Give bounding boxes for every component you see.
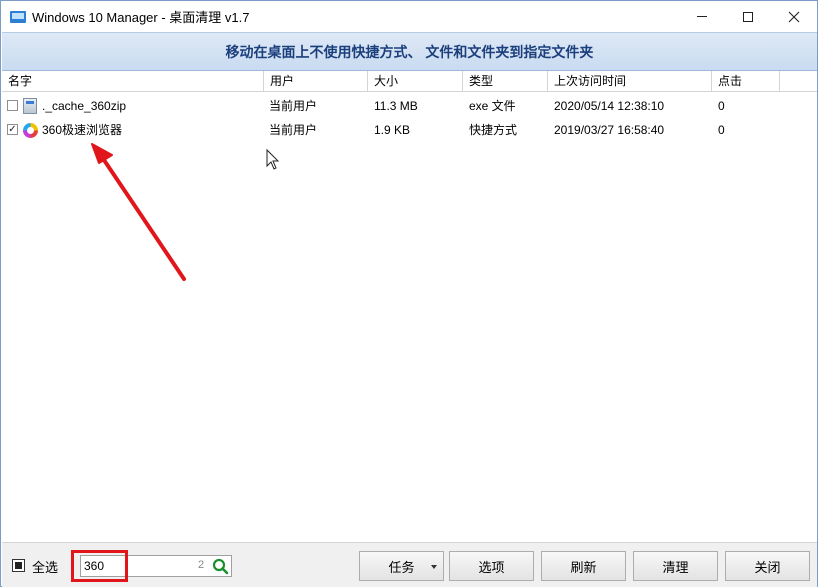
task-button-label: 任务 [388, 559, 415, 575]
minimize-icon [697, 16, 707, 17]
file-last-access: 2019/03/27 16:58:40 [554, 123, 665, 137]
select-all-label[interactable]: 全选 [32, 557, 58, 576]
banner-text: 移动在桌面上不使用快捷方式、 文件和文件夹到指定文件夹 [225, 43, 594, 60]
description-banner: 移动在桌面上不使用快捷方式、 文件和文件夹到指定文件夹 [2, 32, 817, 71]
bottom-toolbar: 全选 2 任务 选项 刷新 清理 关闭 [2, 542, 817, 587]
file-type: 快捷方式 [469, 123, 518, 137]
options-button-label: 选项 [478, 559, 505, 575]
app-window: Windows 10 Manager - 桌面清理 v1.7 移动在桌面上不使用… [0, 0, 818, 587]
file-last-access: 2020/05/14 12:38:10 [554, 99, 665, 113]
title-bar: Windows 10 Manager - 桌面清理 v1.7 [1, 1, 817, 32]
close-button[interactable]: 关闭 [725, 551, 810, 581]
close-window-button[interactable] [771, 1, 817, 32]
file-user: 当前用户 [269, 123, 318, 137]
column-header-clicks[interactable]: 点击 [712, 71, 780, 92]
file-type: exe 文件 [469, 99, 516, 113]
table-row[interactable]: ._cache_360zip 当前用户 11.3 MB exe 文件 2020/… [2, 94, 817, 118]
file-user: 当前用户 [269, 99, 318, 113]
close-button-label: 关闭 [754, 559, 781, 575]
minimize-button[interactable] [679, 1, 725, 32]
column-header-name[interactable]: 名字 [2, 71, 264, 92]
row-checkbox[interactable]: ✓ [7, 124, 18, 135]
select-all-checkbox[interactable] [12, 559, 25, 572]
search-highlight-box [71, 550, 128, 582]
column-header-user[interactable]: 用户 [264, 71, 368, 92]
app-icon [10, 9, 26, 25]
column-header-type[interactable]: 类型 [463, 71, 548, 92]
window-controls [679, 1, 817, 32]
search-result-count: 2 [198, 559, 205, 571]
file-name: ._cache_360zip [42, 99, 127, 113]
search-icon[interactable] [212, 558, 229, 575]
table-row[interactable]: ✓ 360极速浏览器 当前用户 1.9 KB 快捷方式 2019/03/27 1… [2, 118, 817, 142]
file-clicks: 0 [718, 123, 725, 137]
window-title: Windows 10 Manager - 桌面清理 v1.7 [32, 10, 250, 25]
browser-icon [23, 123, 38, 138]
maximize-button[interactable] [725, 1, 771, 32]
options-button[interactable]: 选项 [449, 551, 534, 581]
file-size: 1.9 KB [374, 123, 411, 137]
refresh-button[interactable]: 刷新 [541, 551, 626, 581]
chevron-down-icon [431, 565, 437, 569]
exe-file-icon [23, 98, 37, 114]
column-header-last-access[interactable]: 上次访问时间 [548, 71, 712, 92]
file-name: 360极速浏览器 [42, 123, 123, 137]
clean-button[interactable]: 清理 [633, 551, 718, 581]
file-clicks: 0 [718, 99, 725, 113]
close-icon [788, 11, 800, 22]
row-checkbox[interactable] [7, 100, 18, 111]
file-list[interactable]: 名字 用户 大小 类型 上次访问时间 点击 ._cache_360zip 当前用… [2, 71, 817, 541]
table-header: 名字 用户 大小 类型 上次访问时间 点击 [2, 71, 817, 92]
file-size: 11.3 MB [374, 99, 418, 113]
column-header-size[interactable]: 大小 [368, 71, 463, 92]
refresh-button-label: 刷新 [570, 559, 597, 575]
maximize-icon [743, 11, 753, 22]
clean-button-label: 清理 [662, 559, 689, 575]
task-button[interactable]: 任务 [359, 551, 444, 581]
